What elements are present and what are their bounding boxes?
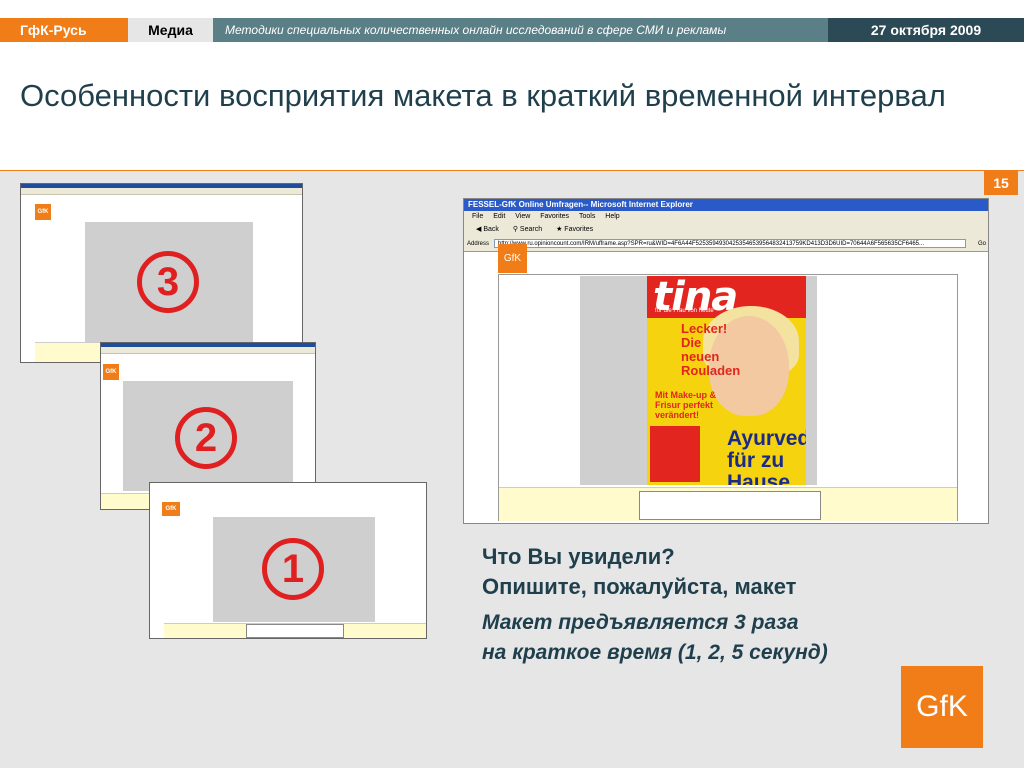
menu-file[interactable]: File — [472, 213, 483, 220]
browser-title: FESSEL-GfK Online Umfragen-- Microsoft I… — [464, 199, 988, 211]
browser-toolbar: ◀ Back ⚲ Search ★ Favorites — [464, 223, 988, 238]
headline-2: Mit Make-up & Frisur perfekt verändert! — [655, 390, 717, 420]
note-block: Макет предъявляется 3 раза на краткое вр… — [482, 608, 828, 668]
section-label: Медиа — [128, 18, 213, 42]
magazine-tagline: für die Frau von heute — [655, 308, 714, 314]
subtitle-label: Методики специальных количественных онла… — [213, 18, 828, 42]
gfk-logo-icon: GfK — [35, 204, 51, 220]
header-bar: ГфК-Русь Медиа Методики специальных коли… — [0, 0, 1024, 44]
favorites-label: Favorites — [564, 226, 594, 233]
question-block: Что Вы увидели? Опишите, пожалуйста, мак… — [482, 542, 796, 602]
address-bar: Address http://www.ru.opinioncount.com/I… — [464, 237, 988, 252]
magazine-cover: tina für die Frau von heute Lecker! Die … — [647, 276, 806, 485]
browser-menu: File Edit View Favorites Tools Help — [464, 211, 988, 223]
question-1: Что Вы увидели? — [482, 544, 675, 569]
brand-label: ГфК-Русь — [0, 18, 128, 42]
search-label: Search — [519, 226, 543, 233]
promo-box — [650, 426, 700, 482]
back-button[interactable]: ◀ Back — [476, 226, 499, 233]
gfk-logo-icon: GfK — [498, 244, 527, 273]
survey-frame: tina für die Frau von heute Lecker! Die … — [498, 274, 958, 521]
question-2: Опишите, пожалуйста, макет — [482, 574, 797, 599]
search-button[interactable]: ⚲ Search — [513, 226, 542, 233]
menu-help[interactable]: Help — [605, 213, 619, 220]
note-1: Макет предъявляется 3 раза — [482, 611, 799, 634]
page-number: 15 — [984, 171, 1018, 195]
headline-1: Lecker! Die neuen Rouladen — [681, 321, 741, 378]
menu-view[interactable]: View — [515, 213, 530, 220]
address-input[interactable]: http://www.ru.opinioncount.com/IRM/uffra… — [494, 239, 966, 248]
back-label: Back — [483, 226, 499, 233]
answer-textarea[interactable] — [639, 491, 821, 520]
headline-3: Ayurveda für zu Hause — [727, 427, 806, 486]
answer-area — [499, 487, 957, 521]
digit-3-icon: 3 — [137, 251, 199, 313]
digit-1-icon: 1 — [262, 538, 324, 600]
gfk-logo-icon: GfK — [162, 502, 180, 516]
browser-window: FESSEL-GfK Online Umfragen-- Microsoft I… — [463, 198, 989, 524]
note-2: на краткое время (1, 2, 5 секунд) — [482, 641, 828, 664]
go-button[interactable]: Go — [978, 237, 986, 251]
digit-2-icon: 2 — [175, 407, 237, 469]
date-label: 27 октября 2009 — [828, 18, 1024, 42]
menu-favorites[interactable]: Favorites — [540, 213, 569, 220]
gfk-logo-icon: GfK — [103, 364, 119, 380]
address-label: Address — [467, 241, 490, 247]
gfk-logo: GfK — [901, 666, 983, 748]
favorites-button[interactable]: ★ Favorites — [556, 226, 593, 233]
menu-tools[interactable]: Tools — [579, 213, 595, 220]
menu-edit[interactable]: Edit — [493, 213, 505, 220]
page-title: Особенности восприятия макета в краткий … — [20, 78, 946, 113]
